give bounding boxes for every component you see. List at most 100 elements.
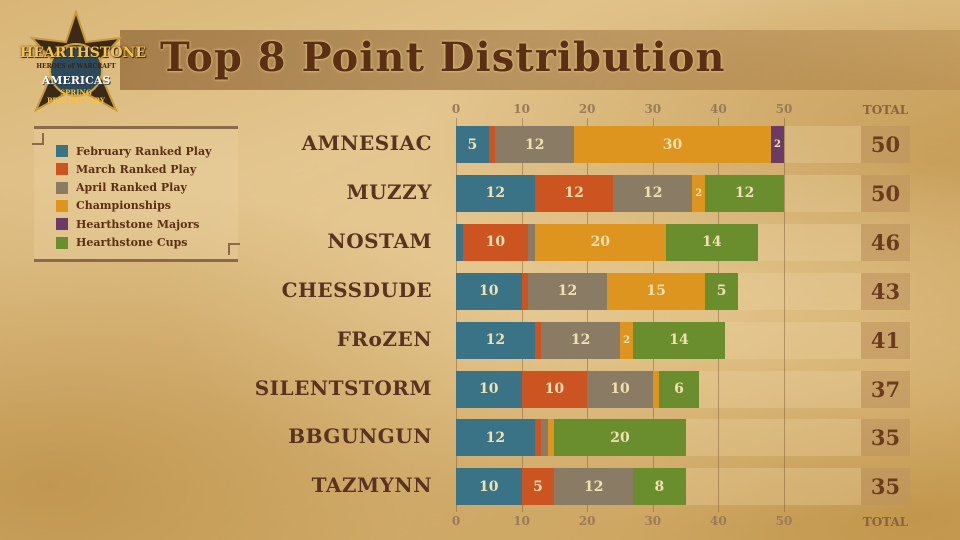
legend-item: Hearthstone Majors [56, 216, 199, 232]
bar-segment-label: 2 [773, 139, 781, 150]
bar-segment-label: 10 [485, 234, 506, 251]
bar-segment: 10 [456, 272, 522, 310]
bar-segment [521, 272, 529, 310]
bar-segment: 6 [659, 370, 699, 408]
bar-segment-label: 8 [654, 478, 665, 495]
bar-segment-label: 6 [674, 381, 684, 397]
x-tick-label-top: 40 [710, 102, 727, 116]
bar-segment [652, 370, 660, 408]
total-header-top: TOTAL [862, 103, 909, 117]
player-name: AMNESIAC [301, 131, 432, 155]
bar-segment: 12 [456, 321, 535, 359]
player-name: CHESSDUDE [281, 277, 432, 302]
logo-subtitle: HEROES of WARCRAFT [36, 63, 116, 70]
player-name: MUZZY [346, 179, 432, 204]
x-tick-label-top: 50 [775, 102, 793, 116]
total-value: 50 [861, 126, 910, 163]
bar-segment: 10 [456, 468, 522, 506]
bar-segment: 12 [613, 174, 693, 212]
bar-segment: 10 [456, 370, 522, 408]
player-name: BBGUNGUN [288, 424, 432, 449]
bar-segment-label: 14 [702, 234, 722, 251]
bar-segment: 12 [528, 272, 607, 310]
bar-segment-label: 12 [485, 332, 506, 349]
x-tick-label-top: 10 [513, 102, 530, 116]
chart-legend: February Ranked Play March Ranked Play Apr… [32, 126, 240, 262]
legend-item: February Ranked Play [56, 143, 211, 159]
bar-segment: 30 [574, 126, 771, 163]
x-tick-label-top: 20 [578, 102, 596, 116]
bar-segment-label: 10 [544, 381, 565, 397]
bar-segment: 14 [633, 321, 725, 359]
legend-item: Hearthstone Cups [56, 235, 187, 251]
legend-item: March Ranked Play [56, 161, 196, 177]
player-name: FRoZEN [336, 326, 432, 351]
player-name: SILENTSTORM [254, 375, 432, 400]
bar-segment: 5 [705, 272, 739, 310]
total-value: 50 [861, 174, 910, 212]
total-value: 41 [861, 321, 910, 359]
x-tick-label-bottom: 10 [513, 514, 530, 528]
bar-segment: 5 [456, 126, 489, 163]
bar-segment [541, 419, 548, 457]
bar-segment: 12 [456, 174, 535, 212]
logo-brand: HEARTHSTONE [20, 45, 146, 61]
bar-segment: 8 [633, 468, 686, 506]
x-tick-label-bottom: 50 [775, 514, 793, 528]
x-tick-label-top: 0 [451, 102, 461, 116]
bar-segment-label: 2 [623, 334, 631, 346]
legend-label: March Ranked Play [76, 162, 197, 176]
bar-segment-label: 12 [557, 283, 578, 300]
total-value: 43 [861, 272, 910, 310]
bar-segment-label: 5 [467, 136, 478, 153]
x-tick-label-top: 30 [644, 102, 662, 116]
bar-segment-label: 12 [485, 429, 506, 446]
bar-segment: 5 [521, 468, 555, 506]
bar-segment-label: 12 [734, 185, 755, 202]
bar-segment: 12 [554, 468, 634, 506]
legend-label: April Ranked Play [76, 181, 187, 195]
bar-segment-label: 12 [485, 185, 506, 202]
bar-segment-label: 5 [716, 283, 727, 300]
bar-segment-label: 20 [610, 429, 630, 446]
bar-segment-label: 12 [643, 185, 663, 202]
bar-segment-label: 10 [479, 381, 499, 397]
bar-segment: 12 [705, 174, 784, 212]
bar-segment-label: 10 [479, 478, 499, 495]
bar-segment-label: 30 [662, 136, 683, 153]
x-tick-label-bottom: 40 [710, 514, 727, 528]
bar-segment: 15 [606, 272, 706, 310]
legend-swatch [56, 145, 68, 157]
bar-segment: 12 [534, 174, 614, 212]
bar-segment-label: 12 [564, 185, 584, 202]
total-value: 46 [861, 223, 910, 261]
legend-swatch [56, 236, 68, 249]
bar-segment: 20 [534, 223, 666, 261]
bar-segment [528, 223, 535, 261]
x-tick-label-bottom: 0 [451, 514, 461, 528]
bar-segment-label: 15 [646, 283, 666, 300]
bar-segment [547, 419, 555, 457]
bar-segment-label: 10 [479, 283, 499, 300]
legend-label: Championships [76, 199, 171, 213]
bar-segment: 10 [587, 370, 653, 408]
bar-segment: 2 [620, 321, 634, 359]
bar-segment-label: 12 [584, 478, 604, 495]
bar-segment-label: 12 [524, 136, 545, 153]
bar-segment: 12 [456, 419, 535, 457]
bar-segment: 2 [692, 174, 706, 212]
x-tick-label-bottom: 30 [644, 514, 662, 528]
bar-segment: 2 [770, 126, 784, 163]
gridline [784, 118, 785, 512]
bar-segment-label: 14 [669, 332, 689, 349]
legend-swatch [56, 163, 68, 176]
legend-swatch [56, 199, 68, 212]
bar-segment-label: 20 [590, 234, 611, 251]
legend-swatch [56, 218, 68, 231]
bar-segment-label: 2 [695, 187, 703, 199]
logo-event: PRELIMINARY [46, 96, 106, 105]
bar-segment-label: 5 [533, 478, 543, 495]
bar-segment [488, 126, 496, 163]
total-value: 35 [861, 419, 910, 457]
hearthstone-logo: HEARTHSTONE HEROES of WARCRAFT AMERICAS … [20, 8, 146, 118]
